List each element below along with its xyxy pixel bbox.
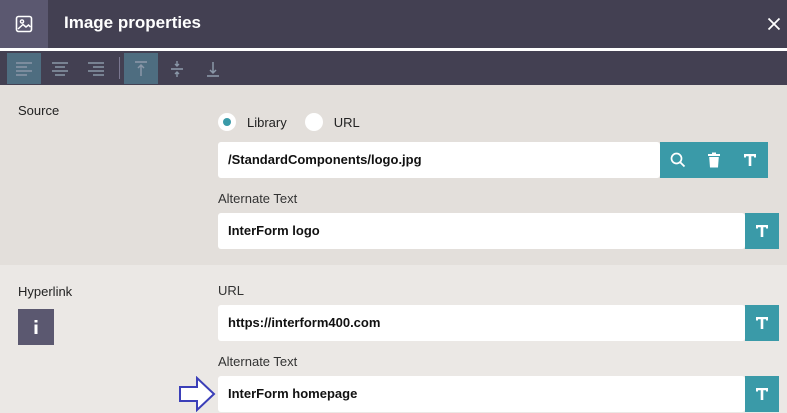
text-type-icon[interactable]: [745, 213, 779, 249]
align-right-icon[interactable]: [79, 53, 113, 84]
image-icon: [0, 0, 48, 48]
trash-icon[interactable]: [696, 142, 732, 178]
align-top-icon[interactable]: [124, 53, 158, 84]
text-type-icon[interactable]: [745, 376, 779, 412]
hyperlink-alt-text-value: InterForm homepage: [228, 386, 358, 401]
dialog-title: Image properties: [64, 13, 201, 32]
alignment-toolbar: [0, 51, 787, 85]
close-icon[interactable]: [762, 12, 786, 36]
source-alt-text-field[interactable]: InterForm logo: [218, 213, 745, 249]
hyperlink-label: Hyperlink: [18, 284, 73, 299]
align-middle-icon[interactable]: [160, 53, 194, 84]
source-path-actions: [660, 142, 768, 178]
source-label: Source: [18, 103, 60, 118]
hyperlink-alt-text-label: Alternate Text: [218, 354, 298, 369]
hyperlink-alt-text-field[interactable]: InterForm homepage: [218, 376, 745, 412]
source-path-value: /StandardComponents/logo.jpg: [228, 152, 422, 167]
toolbar-divider: [119, 57, 120, 79]
text-type-icon[interactable]: [732, 142, 768, 178]
align-left-icon[interactable]: [7, 53, 41, 84]
radio-selected-dot: [223, 118, 231, 126]
hyperlink-url-field[interactable]: https://interform400.com: [218, 305, 745, 341]
align-bottom-icon[interactable]: [196, 53, 230, 84]
text-type-icon[interactable]: [745, 305, 779, 341]
radio-url[interactable]: [304, 113, 323, 131]
radio-library-label: Library: [247, 114, 287, 130]
radio-library[interactable]: [218, 113, 236, 131]
source-path-field[interactable]: /StandardComponents/logo.jpg: [218, 142, 660, 178]
radio-url-label: URL: [333, 114, 360, 130]
source-alt-text-value: InterForm logo: [228, 223, 320, 238]
source-type-radio-group: Library URL: [218, 113, 378, 131]
source-section: Source Library URL /StandardComponents/l…: [0, 85, 787, 265]
search-icon[interactable]: [660, 142, 696, 178]
hyperlink-url-label: URL: [218, 283, 245, 298]
hyperlink-url-value: https://interform400.com: [228, 315, 381, 330]
source-alt-text-label: Alternate Text: [218, 191, 298, 206]
dialog-titlebar: Image properties: [0, 0, 787, 48]
info-icon[interactable]: [18, 309, 54, 345]
align-center-icon[interactable]: [43, 53, 77, 84]
annotation-arrow-icon: [179, 376, 216, 412]
hyperlink-section: Hyperlink URL https://interform400.com A…: [0, 265, 787, 413]
